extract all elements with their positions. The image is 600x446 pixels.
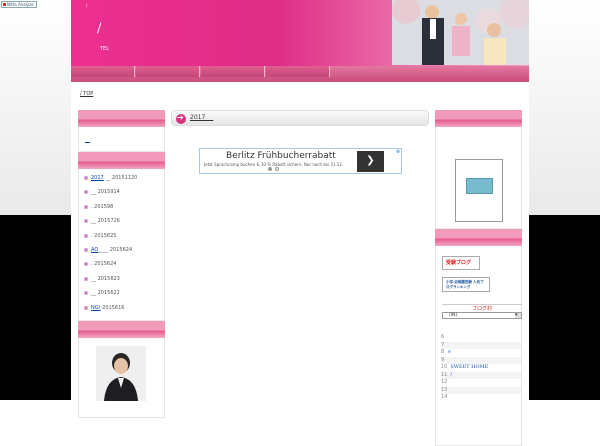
ranking-row[interactable]: 13 [441, 386, 521, 394]
ad-close-icon[interactable]: ⊗ [396, 149, 400, 155]
right-sidebar-header-2 [435, 229, 522, 246]
nav-button-4[interactable] [266, 66, 330, 77]
book-cover-image[interactable] [455, 159, 503, 222]
ad-pager [268, 167, 280, 172]
left-sidebar-box-1: __ [78, 127, 165, 152]
left-sidebar-header-1 [78, 110, 165, 127]
arrow-right-icon [176, 113, 186, 124]
ranking-row[interactable]: 11/ [441, 371, 521, 379]
header-tiny-text: / [86, 3, 88, 8]
ranking-row[interactable]: 9 [441, 356, 521, 364]
list-item[interactable]: . 2015624 [79, 257, 164, 271]
list-item[interactable]: __ 2015726 [79, 214, 164, 228]
list-item[interactable]: __ 2015622 [79, 286, 164, 300]
ranking-select[interactable]: (IN) [442, 312, 522, 319]
nav-button-1[interactable] [71, 66, 135, 77]
list-item[interactable]: 2017 __ 20151120 [79, 171, 164, 185]
profile-photo [96, 346, 146, 401]
ad-title[interactable]: Berlitz Frühbucherrabatt [226, 151, 336, 161]
main-content: 2017 __ Berlitz Frühbucherrabatt Jetzt S… [171, 110, 429, 174]
pager-dot-active[interactable] [268, 167, 272, 171]
ranking-row[interactable]: 14 [441, 394, 521, 402]
post-title-link[interactable]: 2017 __ [190, 114, 213, 121]
book-box [435, 127, 522, 229]
nav-button-2[interactable] [136, 66, 200, 77]
ad-go-button[interactable]: ❯ [357, 151, 384, 172]
right-sidebar-header-1 [435, 110, 522, 127]
ranking-row[interactable]: 8 × [441, 349, 521, 357]
page-wrapper: / / TEL / TOP __ 2017 __ 20151120 __ 201… [71, 0, 529, 446]
ranking-row[interactable]: 12 [441, 379, 521, 387]
list-item[interactable]: . 2015625 [79, 229, 164, 243]
header-photo [392, 0, 529, 65]
blogmura-title: ブログ村 [442, 304, 522, 312]
list-item[interactable]: NG! 2015616 [79, 301, 164, 315]
breadcrumb[interactable]: / TOP [80, 91, 93, 97]
list-item[interactable]: __ 2015914 [79, 185, 164, 199]
ranking-row[interactable]: 10 SWEET HOME [441, 364, 521, 372]
ranking-badge[interactable]: 小学·幼稚園受験 人気ブログランキング [442, 277, 490, 292]
ranking-row[interactable]: 7 [441, 341, 521, 349]
site-title[interactable]: / [97, 21, 101, 36]
recent-entries-list: 2017 __ 20151120 __ 2015914 . 201598 __ … [78, 169, 165, 321]
left-sidebar-header-3 [78, 321, 165, 338]
list-item[interactable]: __ 2015623 [79, 272, 164, 286]
nav-button-3[interactable] [201, 66, 265, 77]
right-sidebar: 受験ブログ 小学·幼稚園受験 人気ブログランキング ブログ村 (IN) 6 7 … [435, 110, 522, 446]
list-item[interactable]: . 201598 [79, 200, 164, 214]
site-header: / / TEL [71, 0, 529, 66]
ranking-row[interactable]: 6 [441, 334, 521, 342]
list-item[interactable]: AO____ 2015624 [79, 243, 164, 257]
pager-dot[interactable] [275, 167, 279, 171]
analyze-badge[interactable]: Nitta Analyze [1, 1, 37, 8]
left-sidebar-header-2 [78, 152, 165, 169]
advertisement[interactable]: Berlitz Frühbucherrabatt Jetzt Sprachcam… [199, 148, 402, 174]
header-tel: TEL [100, 46, 109, 52]
ranking-list: 6 7 8 × 9 10 SWEET HOME 11/ 12 13 14 [441, 334, 521, 402]
juken-blog-badge[interactable]: 受験ブログ [442, 256, 480, 270]
book-illustration [466, 178, 493, 194]
left-sidebar-link[interactable]: __ [79, 127, 164, 153]
nav-bar [71, 66, 529, 82]
post-title-bar: 2017 __ [171, 110, 429, 126]
